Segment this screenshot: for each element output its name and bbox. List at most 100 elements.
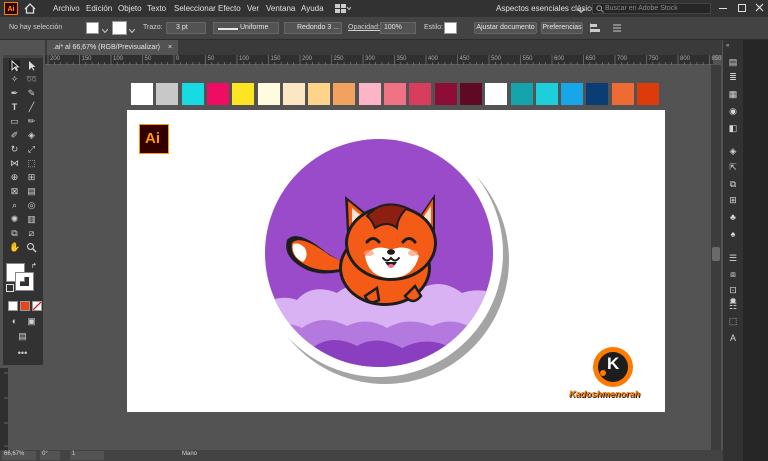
color-swatch[interactable]: [586, 83, 608, 105]
menu-lines-icon[interactable]: [613, 24, 621, 32]
color-mode-gradient[interactable]: [20, 301, 30, 311]
vertical-ruler[interactable]: [0, 368, 8, 450]
pathfinder-panel-icon[interactable]: ⧈: [727, 268, 739, 280]
arrange-documents-icon[interactable]: [335, 4, 352, 13]
color-swatch[interactable]: [384, 83, 406, 105]
selection-tool-icon[interactable]: [9, 59, 20, 72]
perspective-grid-tool-icon[interactable]: ⊞: [26, 172, 37, 183]
eyedropper-tool-icon[interactable]: ⌕: [9, 200, 20, 211]
rectangle-tool-icon[interactable]: ▭: [9, 116, 20, 127]
slice-tool-icon[interactable]: ⧄: [26, 228, 37, 239]
opacity-field[interactable]: 100%: [380, 22, 416, 34]
symbol-sprayer-tool-icon[interactable]: ✺: [9, 214, 20, 225]
mesh-tool-icon[interactable]: ⊠: [9, 186, 20, 197]
menu-objeto[interactable]: Objeto: [118, 0, 142, 17]
properties-panel-icon[interactable]: ▤: [727, 56, 739, 68]
color-swatch[interactable]: [182, 83, 204, 105]
artboard-tool-icon[interactable]: ⧉: [9, 228, 20, 239]
gradient-tool-icon[interactable]: ▤: [26, 186, 37, 197]
zoom-tool-icon[interactable]: [26, 242, 37, 253]
color-swatch[interactable]: [511, 83, 533, 105]
character-panel-icon[interactable]: A: [727, 332, 739, 344]
color-swatch[interactable]: [561, 83, 583, 105]
panel-grip[interactable]: [3, 55, 43, 58]
chevron-down-icon[interactable]: [577, 6, 585, 14]
stroke-color-box[interactable]: [15, 272, 34, 291]
graphic-styles-panel-icon[interactable]: ⬚: [727, 315, 739, 327]
artboards-panel-icon[interactable]: ⧉: [727, 178, 739, 190]
more-tools-icon[interactable]: •••: [17, 348, 28, 359]
color-swatch[interactable]: [258, 83, 280, 105]
swatches-panel-icon[interactable]: ▦: [727, 88, 739, 100]
document-tab[interactable]: .ai* al 66,67% (RGB/Previsualizar) ×: [47, 40, 179, 55]
fox-sticker-illustration[interactable]: [257, 128, 517, 384]
color-swatch[interactable]: [637, 83, 659, 105]
vertical-scrollbar[interactable]: [711, 65, 721, 450]
default-colors-icon[interactable]: [6, 284, 14, 292]
menu-ventana[interactable]: Ventana: [266, 0, 295, 17]
color-mode-white[interactable]: [8, 301, 18, 311]
pencil-tool-icon[interactable]: ✐: [9, 130, 20, 141]
align-panel-icon[interactable]: ☰: [727, 252, 739, 264]
eraser-tool-icon[interactable]: ◈: [26, 130, 37, 141]
close-window-icon[interactable]: [755, 3, 764, 12]
rotate-tool-icon[interactable]: ↻: [9, 144, 20, 155]
menu-ayuda[interactable]: Ayuda: [301, 0, 324, 17]
color-swatch[interactable]: [409, 83, 431, 105]
menu-ver[interactable]: Ver: [247, 0, 259, 17]
color-swatch[interactable]: [612, 83, 634, 105]
paintbrush-tool-icon[interactable]: ✏: [26, 116, 37, 127]
rotation-field[interactable]: 0°: [40, 451, 60, 460]
screen-mode-icon[interactable]: ▣: [26, 316, 37, 327]
close-tab-icon[interactable]: ×: [168, 44, 172, 51]
menu-archivo[interactable]: Archivo: [53, 0, 80, 17]
change-screen-mode-icon[interactable]: ▤: [17, 331, 28, 342]
brushes-panel-icon[interactable]: ♠: [727, 228, 739, 240]
stock-search-input[interactable]: Buscar en Adobe Stock: [592, 3, 711, 14]
color-swatch[interactable]: [435, 83, 457, 105]
pen-tool-icon[interactable]: ✒: [9, 88, 20, 99]
shape-builder-tool-icon[interactable]: ⊕: [9, 172, 20, 183]
appearance-panel-icon[interactable]: ◧: [727, 122, 739, 134]
color-swatch[interactable]: [460, 83, 482, 105]
symbols-panel-icon[interactable]: ♣: [727, 211, 739, 223]
column-graph-tool-icon[interactable]: ▥: [26, 214, 37, 225]
layers-stack-icon[interactable]: ≣: [727, 71, 739, 83]
color-swatch[interactable]: [359, 83, 381, 105]
artboard-navigator[interactable]: 1: [70, 451, 104, 460]
artboard[interactable]: Ai K Kadoshmenorah: [127, 110, 665, 412]
chevron-down-icon[interactable]: [101, 26, 109, 35]
align-icon[interactable]: [589, 23, 602, 33]
swap-fill-stroke-icon[interactable]: ↱: [31, 262, 37, 270]
brush-definition[interactable]: Redondo 3 ...: [284, 22, 342, 34]
export-panel-icon[interactable]: ⇱: [727, 161, 739, 173]
expand-panels-icon[interactable]: «: [726, 43, 740, 49]
layers-panel-icon[interactable]: ◈: [727, 145, 739, 157]
free-transform-tool-icon[interactable]: ⬚: [26, 158, 37, 169]
draw-mode-icon[interactable]: ◐: [9, 316, 20, 327]
menu-efecto[interactable]: Efecto: [218, 0, 241, 17]
scroll-thumb[interactable]: [712, 247, 720, 261]
color-swatch[interactable]: [232, 83, 254, 105]
color-swatch[interactable]: [308, 83, 330, 105]
stroke-weight-field[interactable]: 3 pt: [166, 22, 206, 34]
maximize-icon[interactable]: [738, 4, 746, 12]
color-swatch[interactable]: [283, 83, 305, 105]
color-swatch[interactable]: [485, 83, 507, 105]
workspace-switcher[interactable]: Aspectos esenciales clásicos: [496, 0, 600, 17]
chevron-down-icon[interactable]: [128, 26, 136, 35]
blend-tool-icon[interactable]: ◎: [26, 200, 37, 211]
menu-texto[interactable]: Texto: [147, 0, 166, 17]
preferences-button[interactable]: Preferencias: [541, 22, 583, 34]
variable-width-profile[interactable]: Uniforme: [213, 22, 279, 34]
zoom-field[interactable]: 66,67%: [2, 451, 36, 460]
graphic-style-swatch[interactable]: [444, 22, 457, 34]
menu-edicion[interactable]: Edición: [86, 0, 112, 17]
width-tool-icon[interactable]: ⋈: [9, 158, 20, 169]
home-icon[interactable]: [24, 3, 36, 14]
color-panel-icon[interactable]: ◉: [727, 105, 739, 117]
curvature-tool-icon[interactable]: ✎: [26, 88, 37, 99]
lasso-tool-icon[interactable]: ➿: [26, 74, 37, 85]
line-tool-icon[interactable]: ╱: [26, 102, 37, 113]
scale-tool-icon[interactable]: ⤢: [26, 144, 37, 155]
